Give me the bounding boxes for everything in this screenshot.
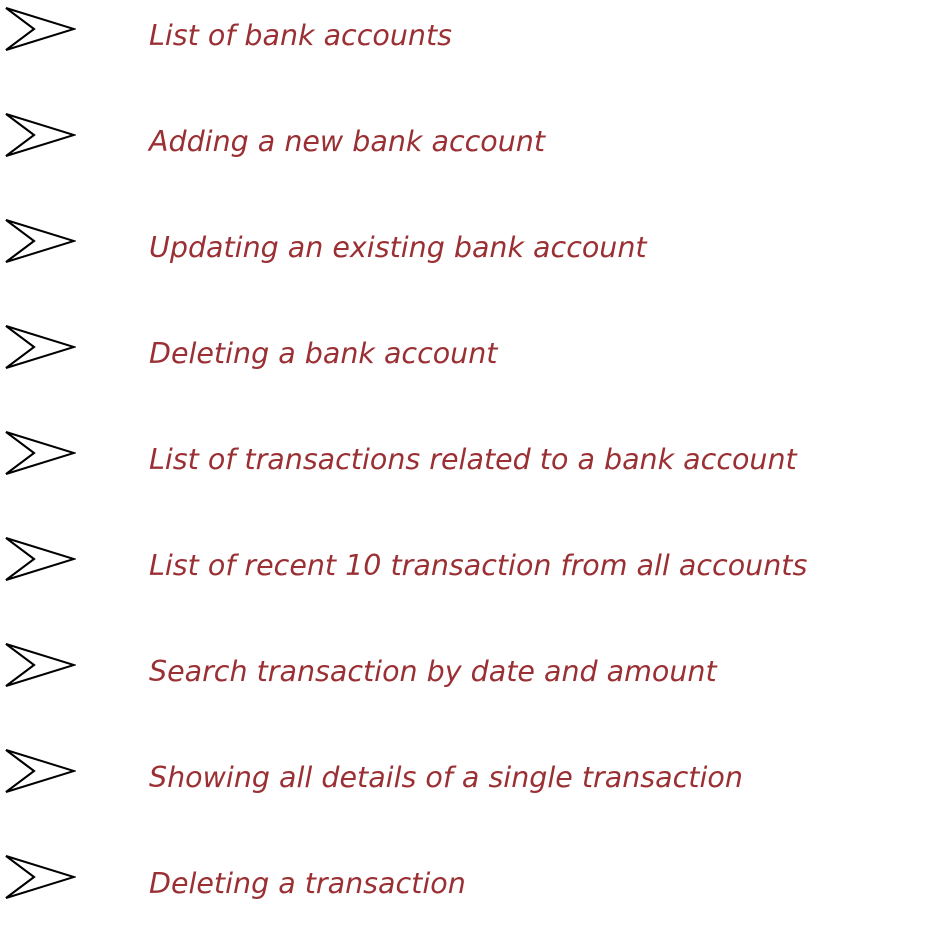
arrowhead-bullet-icon <box>4 325 76 369</box>
list-item: Search transaction by date and amount <box>0 643 943 703</box>
list-item: Deleting a transaction <box>0 855 943 915</box>
list-item-label: Adding a new bank account <box>149 125 546 158</box>
list-item: List of bank accounts <box>0 7 943 67</box>
arrowhead-bullet-icon <box>4 643 76 687</box>
list-item: List of transactions related to a bank a… <box>0 431 943 491</box>
arrowhead-bullet-icon <box>4 113 76 157</box>
list-item-label: Updating an existing bank account <box>149 231 647 264</box>
arrowhead-bullet-icon <box>4 431 76 475</box>
arrowhead-bullet-icon <box>4 749 76 793</box>
feature-list: List of bank accounts Adding a new bank … <box>0 0 943 931</box>
arrowhead-bullet-icon <box>4 219 76 263</box>
list-item: Updating an existing bank account <box>0 219 943 279</box>
list-item: Deleting a bank account <box>0 325 943 385</box>
list-item-label: Showing all details of a single transact… <box>149 761 743 794</box>
arrowhead-bullet-icon <box>4 855 76 899</box>
list-item: List of recent 10 transaction from all a… <box>0 537 943 597</box>
list-item-label: Search transaction by date and amount <box>149 655 717 688</box>
list-item-label: Deleting a bank account <box>149 337 498 370</box>
list-item-label: List of recent 10 transaction from all a… <box>149 549 808 582</box>
arrowhead-bullet-icon <box>4 537 76 581</box>
list-item-label: List of transactions related to a bank a… <box>149 443 797 476</box>
arrowhead-bullet-icon <box>4 7 76 51</box>
list-item-label: Deleting a transaction <box>149 867 466 900</box>
list-item: Adding a new bank account <box>0 113 943 173</box>
list-item-label: List of bank accounts <box>149 19 452 52</box>
list-item: Showing all details of a single transact… <box>0 749 943 809</box>
